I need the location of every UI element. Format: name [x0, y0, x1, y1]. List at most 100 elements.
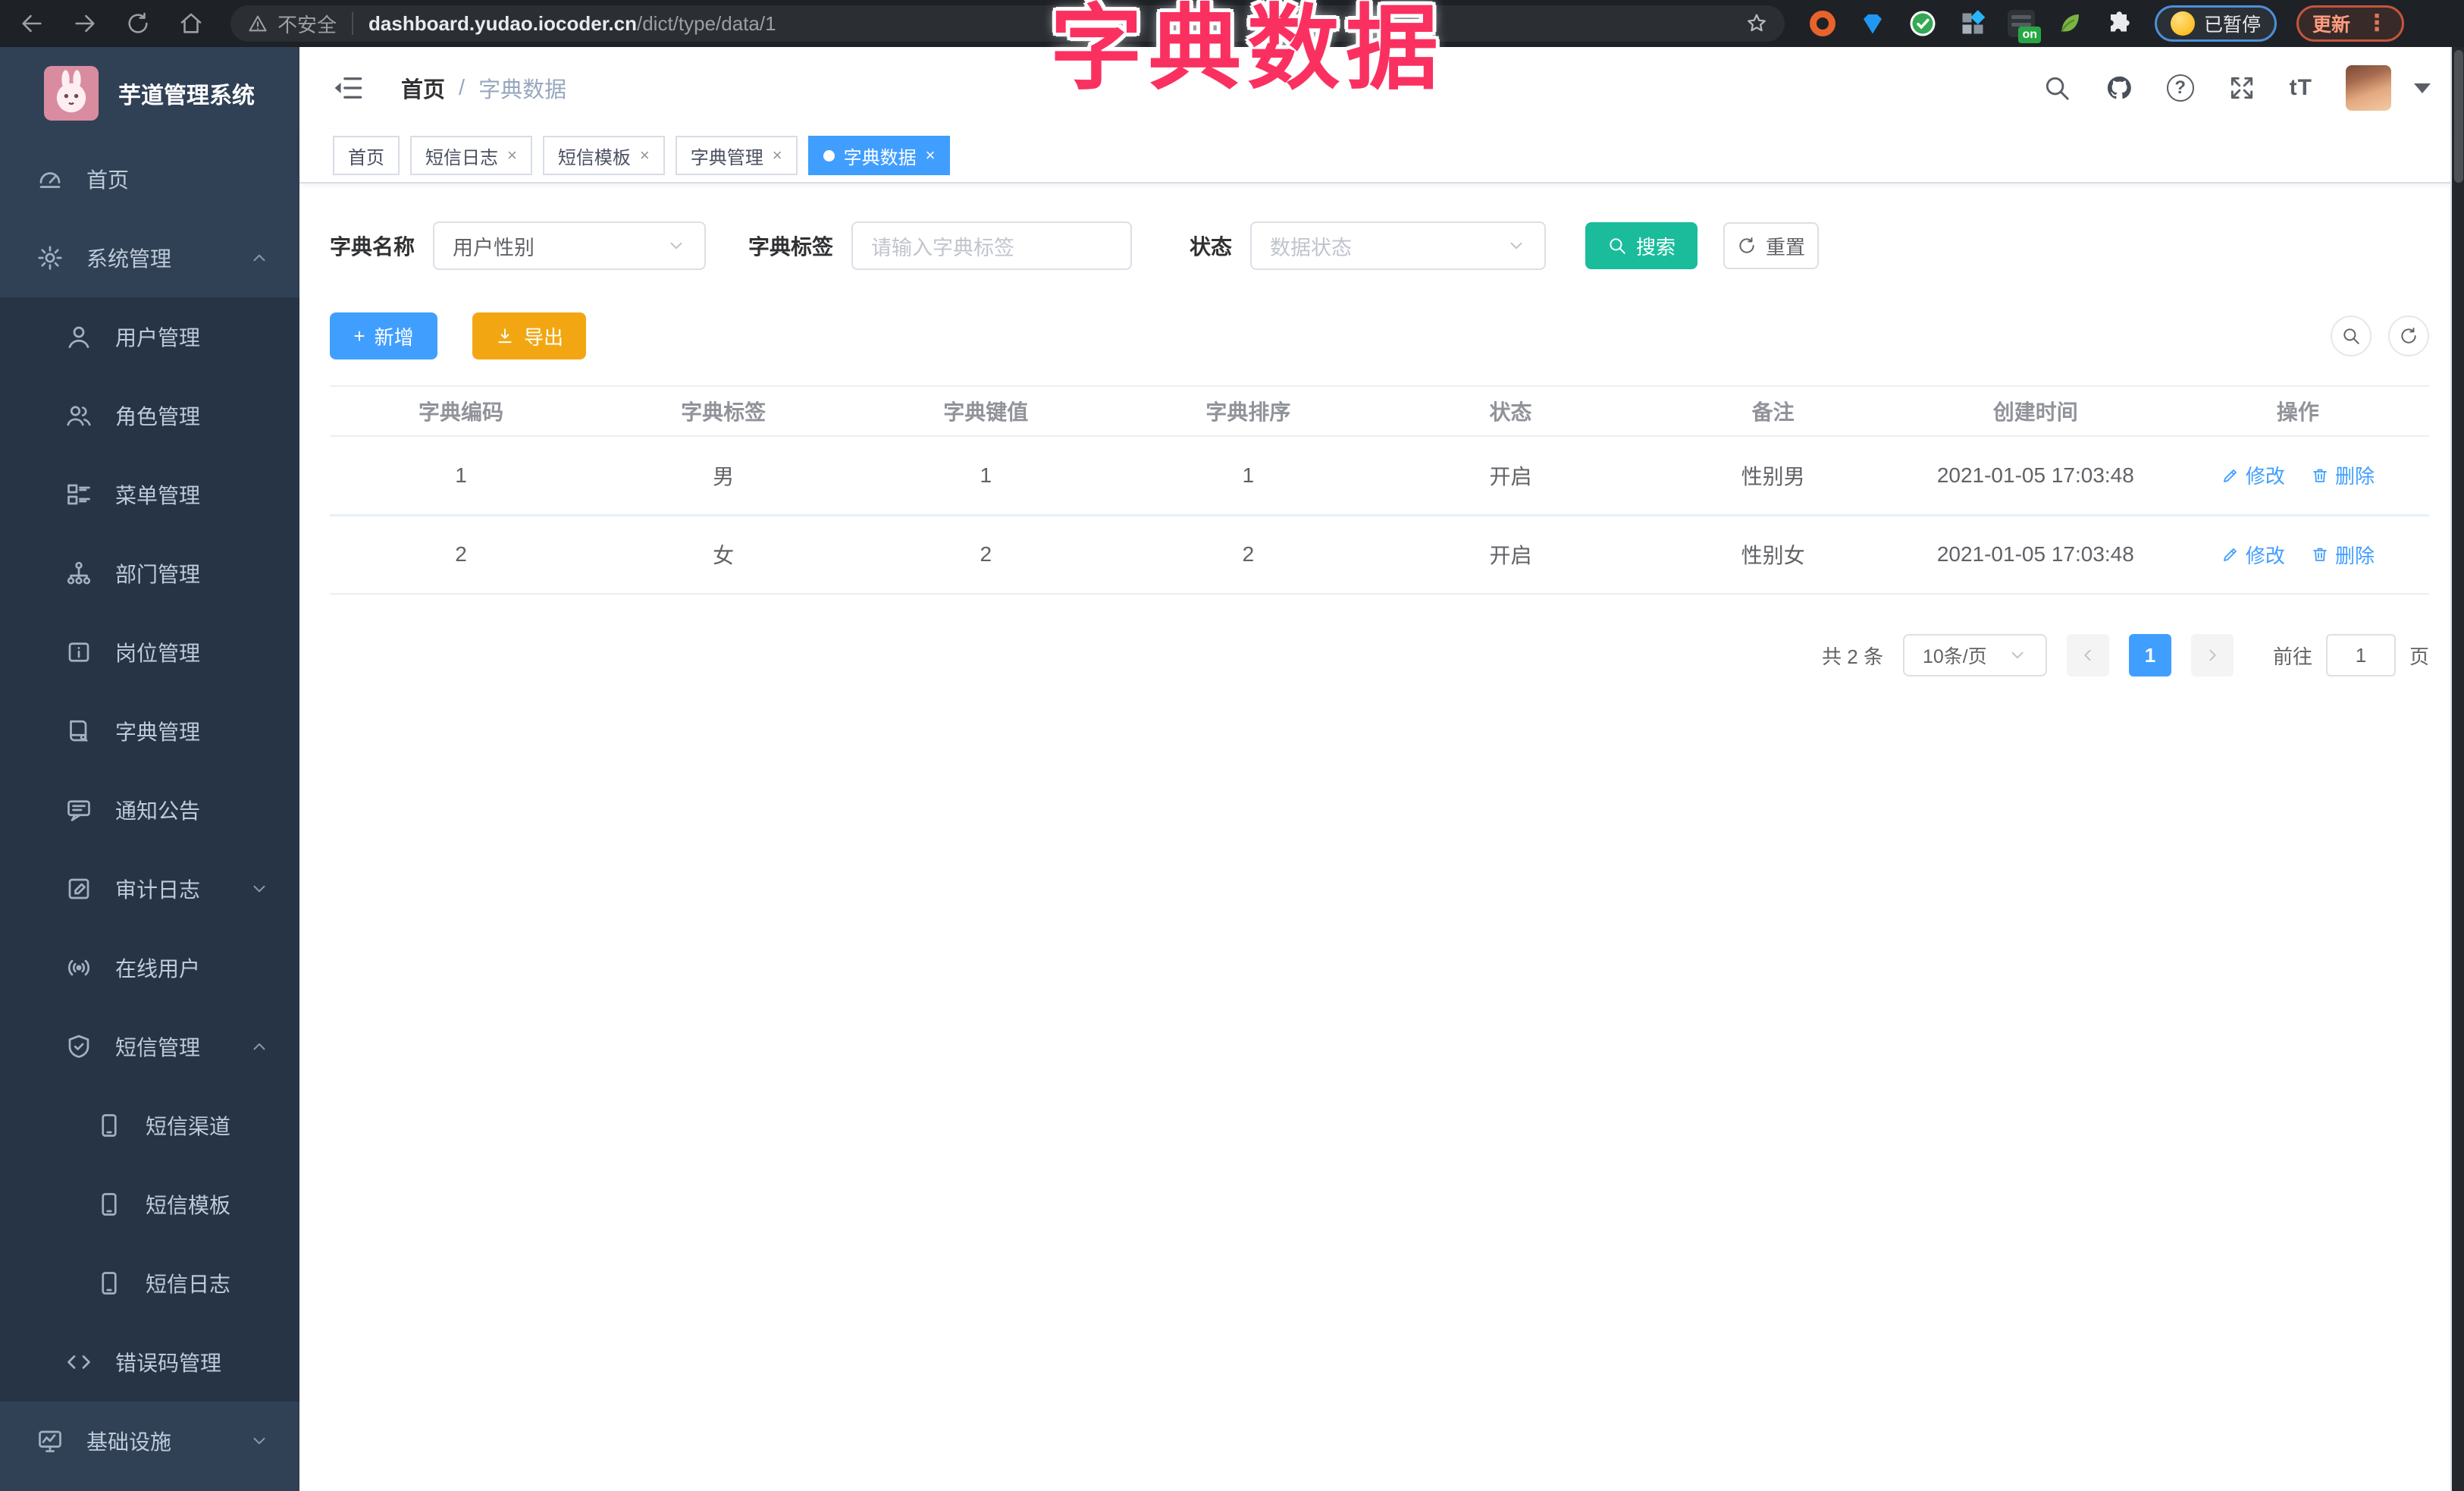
chevron-right-icon [2209, 649, 2216, 661]
table-tools [2331, 315, 2429, 356]
phone-icon [102, 1193, 117, 1216]
sidebar-item-system-management[interactable]: 系统管理 [0, 218, 299, 297]
update-label: 更新 [2312, 14, 2351, 36]
tab-sms-template[interactable]: 短信模板 × [542, 136, 665, 175]
col-dict-value: 字典键值 [854, 385, 1118, 437]
reset-button[interactable]: 重置 [1723, 222, 1820, 269]
delete-link[interactable]: 删除 [2311, 541, 2375, 569]
sidebar-item-sms-management[interactable]: 短信管理 [0, 1007, 299, 1086]
browser-update-button[interactable]: 更新 ⋮ [2296, 5, 2405, 42]
extension-leaf-icon[interactable] [2055, 8, 2085, 39]
status-label: 状态 [1190, 235, 1233, 259]
tab-dict-data[interactable]: 字典数据 × [807, 136, 951, 175]
goto-page-input[interactable] [2325, 634, 2396, 676]
table-row: 1 男 1 1 开启 性别男 2021-01-05 17:03:48 修改 删除 [330, 436, 2429, 516]
col-remark: 备注 [1641, 385, 1904, 437]
github-icon[interactable] [2105, 74, 2133, 102]
sidebar-item-sms-template[interactable]: 短信模板 [0, 1165, 299, 1244]
status-select[interactable]: 数据状态 [1250, 221, 1547, 270]
chevron-down-icon [253, 1437, 265, 1445]
url-domain: dashboard.yudao.iocoder.cn [368, 11, 637, 35]
sidebar-item-online-users[interactable]: 在线用户 [0, 928, 299, 1007]
search-icon[interactable] [2042, 74, 2071, 102]
export-button[interactable]: 导出 [472, 312, 586, 359]
delete-link[interactable]: 删除 [2311, 461, 2375, 489]
browser-menu-icon[interactable]: ⋮ [2365, 12, 2388, 35]
sidebar-item-sms-channel[interactable]: 短信渠道 [0, 1086, 299, 1165]
page-number-current[interactable]: 1 [2128, 634, 2171, 676]
profile-paused-badge[interactable]: 已暂停 [2155, 5, 2277, 42]
sidebar-item-infrastructure[interactable]: 基础设施 [0, 1402, 299, 1480]
add-button[interactable]: + 新增 [330, 312, 437, 359]
close-icon[interactable]: × [926, 146, 936, 165]
app-logo-row[interactable]: 芋道管理系统 [0, 47, 299, 140]
security-label[interactable]: 不安全 [277, 10, 337, 38]
user-avatar[interactable] [2346, 65, 2391, 111]
prev-page-button[interactable] [2066, 634, 2109, 676]
avatar-caret-icon[interactable] [2414, 83, 2431, 93]
forward-arrow-icon [75, 14, 95, 33]
extension-donut-icon[interactable] [1807, 8, 1838, 39]
help-icon[interactable]: ? [2166, 74, 2194, 102]
shield-check-icon [68, 1034, 89, 1058]
col-dict-sort: 字典排序 [1117, 385, 1380, 437]
sidebar-item-role-management[interactable]: 角色管理 [0, 376, 299, 455]
close-icon[interactable]: × [773, 146, 782, 165]
org-tree-icon [67, 561, 91, 585]
scrollbar-thumb[interactable] [2454, 50, 2463, 183]
tab-dict-management[interactable]: 字典管理 × [675, 136, 798, 175]
sidebar-item-audit-log[interactable]: 审计日志 [0, 849, 299, 928]
dict-label-input[interactable]: 请输入字典标签 [851, 221, 1133, 270]
search-button[interactable]: 搜索 [1585, 222, 1698, 269]
pagination: 共 2 条 10条/页 1 前往 页 [330, 634, 2429, 676]
close-icon[interactable]: × [640, 146, 650, 165]
breadcrumb-home[interactable]: 首页 [401, 72, 445, 104]
tab-home[interactable]: 首页 [333, 136, 400, 175]
gear-icon [38, 246, 62, 270]
page-scrollbar[interactable] [2450, 47, 2464, 1491]
browser-forward-button[interactable] [64, 2, 106, 45]
sidebar-item-user-management[interactable]: 用户管理 [0, 297, 299, 376]
tab-sms-log[interactable]: 短信日志 × [410, 136, 532, 175]
breadcrumb: 首页 / 字典数据 [401, 72, 566, 104]
announcement-icon [67, 800, 90, 821]
url-path: /dict/type/data/1 [636, 11, 776, 35]
address-bar[interactable]: 不安全 dashboard.yudao.iocoder.cn /dict/typ… [230, 5, 1785, 42]
sidebar-item-notice-announcement[interactable]: 通知公告 [0, 771, 299, 849]
extension-check-icon[interactable] [1908, 8, 1938, 39]
edit-pencil-icon [2224, 548, 2237, 562]
sidebar-item-home[interactable]: 首页 [0, 140, 299, 218]
page-size-select[interactable]: 10条/页 [1902, 634, 2047, 676]
sidebar-item-dict-management[interactable]: 字典管理 [0, 692, 299, 771]
fullscreen-icon[interactable] [2227, 74, 2256, 102]
sidebar-item-department-management[interactable]: 部门管理 [0, 534, 299, 613]
sidebar-item-sms-log[interactable]: 短信日志 [0, 1244, 299, 1323]
chevron-down-icon [670, 242, 682, 250]
audit-log-icon [68, 878, 89, 899]
extension-gem-icon[interactable] [1857, 8, 1888, 39]
edit-link[interactable]: 修改 [2221, 541, 2285, 569]
close-icon[interactable]: × [507, 146, 517, 165]
chevron-down-icon [1510, 242, 1522, 250]
text-size-icon[interactable]: tT [2290, 75, 2312, 101]
extension-grid-icon[interactable] [1958, 8, 1988, 39]
browser-home-button[interactable] [170, 2, 212, 45]
refresh-table-button[interactable] [2388, 315, 2429, 356]
show-search-toggle-button[interactable] [2331, 315, 2372, 356]
dict-name-select[interactable]: 用户性别 [433, 221, 707, 270]
col-dict-code: 字典编码 [330, 385, 593, 437]
sidebar-item-error-code-management[interactable]: 错误码管理 [0, 1323, 299, 1402]
sidebar-collapse-icon[interactable] [333, 72, 365, 104]
extension-switch-icon[interactable]: on [2008, 10, 2041, 43]
browser-back-button[interactable] [11, 2, 53, 45]
extensions-puzzle-icon[interactable] [2105, 8, 2135, 39]
sidebar-item-post-management[interactable]: 岗位管理 [0, 613, 299, 692]
home-icon [180, 13, 202, 33]
browser-reload-button[interactable] [117, 2, 159, 45]
code-icon [67, 1355, 90, 1369]
next-page-button[interactable] [2190, 634, 2234, 676]
edit-link[interactable]: 修改 [2221, 461, 2285, 489]
sidebar-item-menu-management[interactable]: 菜单管理 [0, 455, 299, 534]
bookmark-star-icon[interactable] [1745, 12, 1768, 35]
chevron-up-icon [253, 254, 265, 262]
